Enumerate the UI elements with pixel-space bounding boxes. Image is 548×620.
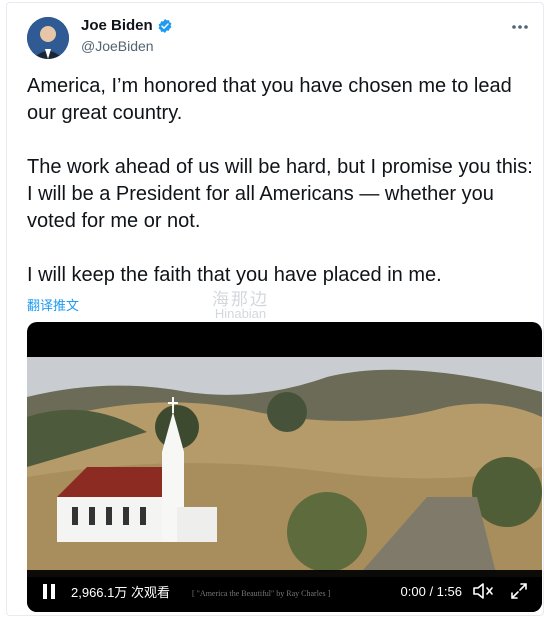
author-name[interactable]: Joe Biden [81, 17, 153, 34]
video-time: 0:00 / 1:56 [400, 583, 462, 599]
fullscreen-icon[interactable] [510, 582, 528, 600]
video-controls: 2,966.1万 次观看 [ "America the Beautiful" b… [27, 570, 542, 612]
tweet-text: America, I’m honored that you have chose… [27, 73, 537, 316]
video-player[interactable]: 2,966.1万 次观看 [ "America the Beautiful" b… [27, 322, 542, 612]
video-caption: [ "America the Beautiful" by Ray Charles… [192, 589, 331, 598]
view-count: 2,966.1万 次观看 [71, 584, 170, 600]
verified-badge-icon [158, 18, 172, 33]
tweet-card: Joe Biden @JoeBiden America, I’m honored… [6, 2, 544, 616]
translate-tweet-link[interactable]: 翻译推文 [27, 295, 79, 314]
watermark: 海那边 Hinabian [212, 290, 269, 321]
tweet-paragraph: The work ahead of us will be hard, but I… [27, 156, 533, 232]
volume-muted-icon[interactable] [472, 582, 494, 600]
watermark-en: Hinabian [214, 306, 267, 321]
pause-icon[interactable] [43, 583, 55, 599]
video-frame [27, 357, 542, 577]
avatar[interactable] [27, 17, 69, 59]
more-icon[interactable] [511, 17, 529, 35]
author-handle[interactable]: @JoeBiden [81, 38, 154, 54]
tweet-paragraph: America, I’m honored that you have chose… [27, 75, 512, 124]
watermark-cn: 海那边 [212, 290, 269, 309]
author-row: Joe Biden [81, 17, 173, 34]
tweet-paragraph: I will keep the faith that you have plac… [27, 264, 442, 286]
